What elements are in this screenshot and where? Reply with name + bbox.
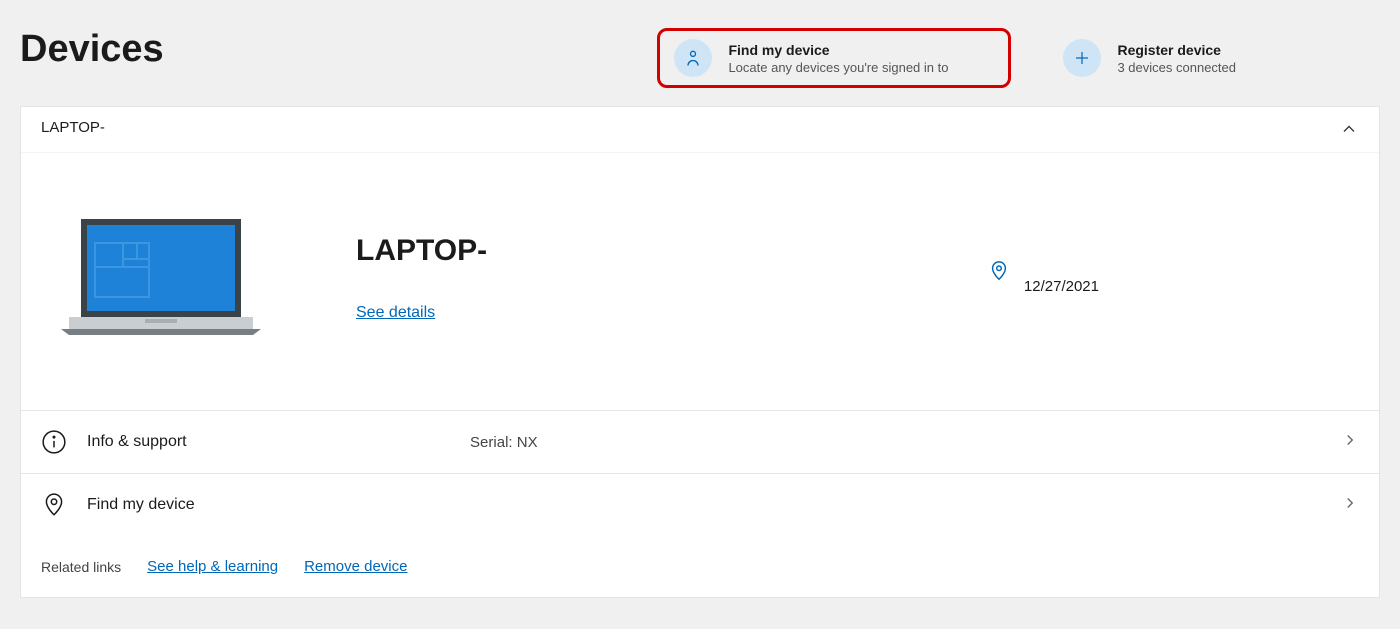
person-pin-icon bbox=[674, 39, 712, 77]
location-pin-icon bbox=[41, 492, 67, 518]
find-my-device-subtitle: Locate any devices you're signed in to bbox=[728, 60, 948, 75]
plus-icon bbox=[1063, 39, 1101, 77]
info-support-row[interactable]: Info & support Serial: NX bbox=[21, 410, 1379, 473]
laptop-icon bbox=[61, 215, 296, 340]
device-card: LAPTOP- bbox=[20, 106, 1380, 598]
see-help-learning-link[interactable]: See help & learning bbox=[147, 558, 278, 575]
info-support-label: Info & support bbox=[87, 433, 187, 451]
find-my-device-row[interactable]: Find my device bbox=[21, 473, 1379, 536]
see-details-link[interactable]: See details bbox=[356, 304, 435, 321]
location-pin-icon bbox=[988, 260, 1010, 287]
serial-label: Serial: NX bbox=[470, 434, 1058, 451]
find-my-device-row-label: Find my device bbox=[87, 496, 195, 514]
chevron-right-icon bbox=[1341, 431, 1359, 454]
register-device-header-button[interactable]: Register device 3 devices connected bbox=[1049, 28, 1250, 88]
device-name: LAPTOP- bbox=[356, 234, 928, 268]
register-device-title: Register device bbox=[1117, 42, 1236, 58]
device-short-name: LAPTOP- bbox=[41, 119, 105, 136]
location-date: 12/27/2021 bbox=[1024, 278, 1099, 295]
find-my-device-title: Find my device bbox=[728, 42, 948, 58]
remove-device-link[interactable]: Remove device bbox=[304, 558, 407, 575]
find-my-device-header-button[interactable]: Find my device Locate any devices you're… bbox=[657, 28, 1011, 88]
collapse-chevron-up-icon[interactable] bbox=[1339, 119, 1359, 144]
chevron-right-icon bbox=[1341, 494, 1359, 517]
register-device-subtitle: 3 devices connected bbox=[1117, 60, 1236, 75]
page-title: Devices bbox=[20, 28, 164, 71]
info-icon bbox=[41, 429, 67, 455]
related-links-label: Related links bbox=[41, 559, 121, 575]
